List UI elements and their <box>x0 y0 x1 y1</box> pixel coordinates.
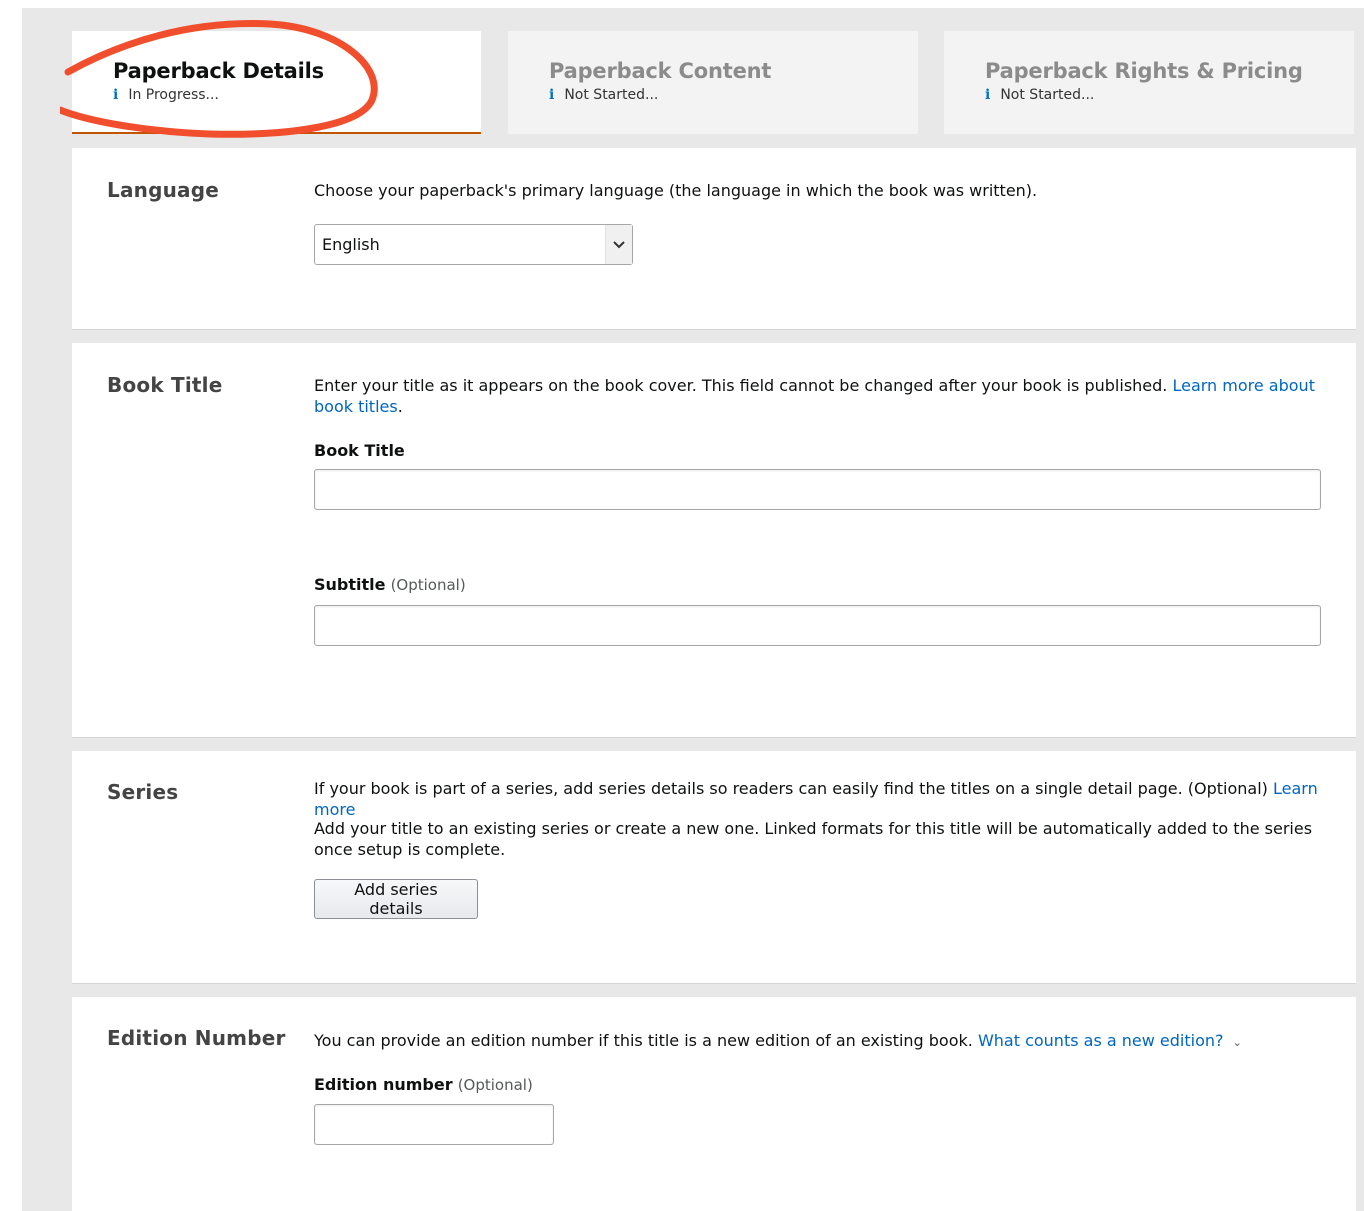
section-heading-book-title: Book Title <box>107 373 223 397</box>
info-icon: i <box>985 87 991 103</box>
series-description: If your book is part of a series, add se… <box>314 778 1321 820</box>
add-series-details-button[interactable]: Add series details <box>314 879 478 919</box>
book-title-description: Enter your title as it appears on the bo… <box>314 375 1321 417</box>
tab-paperback-rights-pricing[interactable]: Paperback Rights & Pricing i Not Started… <box>944 31 1354 134</box>
tab-paperback-content[interactable]: Paperback Content i Not Started... <box>508 31 918 134</box>
section-heading-series: Series <box>107 780 179 804</box>
section-heading-language: Language <box>107 178 220 202</box>
language-section: Language Choose your paperback's primary… <box>72 148 1356 330</box>
new-edition-link[interactable]: What counts as a new edition? <box>978 1031 1224 1050</box>
optional-tag: (Optional) <box>457 1076 533 1094</box>
series-section: Series If your book is part of a series,… <box>72 751 1356 984</box>
tab-status: i Not Started... <box>985 87 1354 103</box>
optional-tag: (Optional) <box>390 576 466 594</box>
chevron-down-icon[interactable]: ⌄ <box>1233 1036 1242 1049</box>
tab-paperback-details[interactable]: Paperback Details i In Progress... <box>72 31 481 134</box>
section-heading-edition-number: Edition Number <box>107 1026 286 1050</box>
chevron-down-icon <box>605 225 632 264</box>
book-title-input[interactable] <box>314 469 1321 510</box>
tab-status-text: Not Started... <box>1000 87 1095 103</box>
edition-number-input[interactable] <box>314 1104 554 1145</box>
book-title-description-text: Enter your title as it appears on the bo… <box>314 376 1168 395</box>
edition-number-label: Edition number <box>314 1075 453 1094</box>
tab-status-text: In Progress... <box>128 87 219 103</box>
edition-description-text: You can provide an edition number if thi… <box>314 1031 973 1050</box>
language-select-value: English <box>322 235 380 254</box>
info-icon: i <box>549 87 555 103</box>
tab-status: i Not Started... <box>549 87 918 103</box>
description-period: . <box>397 397 403 416</box>
tab-status: i In Progress... <box>113 87 481 103</box>
book-title-section: Book Title Enter your title as it appear… <box>72 343 1356 738</box>
subtitle-label: Subtitle <box>314 575 386 594</box>
language-description: Choose your paperback's primary language… <box>314 181 1038 200</box>
info-icon: i <box>113 87 119 103</box>
tab-status-text: Not Started... <box>564 87 659 103</box>
tab-title: Paperback Rights & Pricing <box>985 59 1303 83</box>
series-help-text: Add your title to an existing series or … <box>314 819 1313 859</box>
tab-title: Paperback Details <box>113 59 324 83</box>
language-select[interactable]: English <box>314 224 633 265</box>
subtitle-label-row: Subtitle (Optional) <box>314 575 466 594</box>
edition-description: You can provide an edition number if thi… <box>314 1030 1321 1053</box>
tab-title: Paperback Content <box>549 59 772 83</box>
edition-label-row: Edition number (Optional) <box>314 1075 533 1094</box>
series-description-text: If your book is part of a series, add se… <box>314 779 1268 798</box>
subtitle-input[interactable] <box>314 605 1321 646</box>
book-title-label: Book Title <box>314 441 405 460</box>
edition-number-section: Edition Number You can provide an editio… <box>72 997 1356 1211</box>
